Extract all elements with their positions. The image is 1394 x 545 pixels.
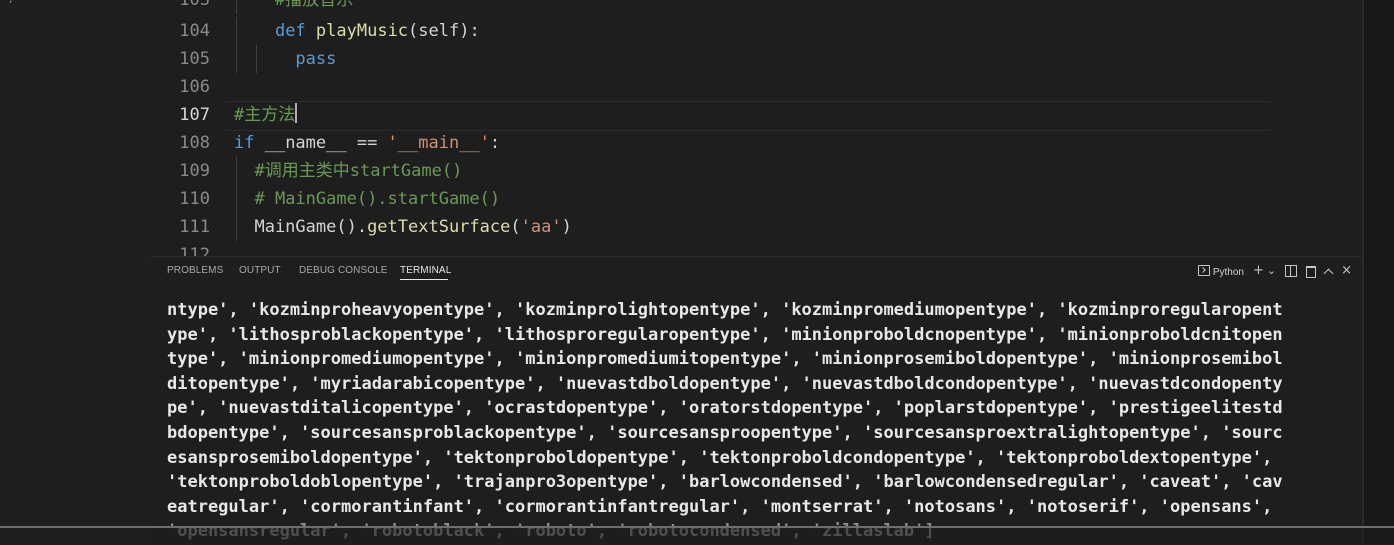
tab-output[interactable]: OUTPUT <box>239 265 281 276</box>
terminal-line: 'tektonproboldoblopentype', 'trajanpro3o… <box>167 472 1283 493</box>
code-token: MainGame(). <box>234 217 368 237</box>
code-line[interactable]: 110 # MainGame().startGame() <box>150 185 1362 213</box>
code-token: (self): <box>408 21 480 41</box>
line-number: 107 <box>179 105 210 125</box>
terminal-line: ype', 'lithosproblackopentype', 'lithosp… <box>167 324 1283 345</box>
terminal-line: pe', 'nuevastditalicopentype', 'ocrastdo… <box>167 398 1283 419</box>
code-token: ) <box>561 217 572 237</box>
code-token: if <box>234 133 255 153</box>
tab-terminal[interactable]: TERMINAL <box>400 265 451 276</box>
code-line[interactable]: 105 pass <box>150 45 1362 73</box>
line-number: 104 <box>179 21 210 41</box>
code-token: def <box>274 21 306 41</box>
line-number: 103 <box>179 0 210 10</box>
code-text: #调用主类中startGame() <box>234 157 462 185</box>
kill-terminal-icon[interactable] <box>1306 266 1317 278</box>
code-token: playMusic <box>315 21 409 41</box>
code-line[interactable]: 106 <box>150 73 1362 101</box>
line-number: 105 <box>179 49 210 69</box>
terminal-selector[interactable]: Python <box>1197 264 1244 278</box>
split-terminal-icon[interactable] <box>1285 265 1298 277</box>
terminal-icon <box>1197 264 1210 276</box>
terminal-line: eatregular', 'cormorantinfant', 'cormora… <box>167 496 1273 517</box>
code-token: __name__ == <box>254 133 388 153</box>
bottom-panel: PROBLEMS OUTPUT DEBUG CONSOLE TERMINAL P… <box>150 256 1362 545</box>
code-token: '__main__' <box>387 133 490 153</box>
code-text: def playMusic(self): <box>234 17 480 45</box>
add-terminal-icon[interactable]: + <box>1253 263 1264 279</box>
code-text: #主方法 <box>234 101 298 129</box>
panel-bottom-overlay <box>0 528 1394 544</box>
terminal-line: bdopentype', 'sourcesansproblackopentype… <box>167 422 1283 443</box>
editor-scrollbar[interactable] <box>1362 0 1394 544</box>
code-text: if __name__ == '__main__': <box>234 129 500 157</box>
code-token: getTextSurface <box>367 217 511 237</box>
panel-actions: Python + ⌄ × <box>1197 263 1352 279</box>
line-number: 112 <box>179 245 210 256</box>
text-cursor <box>295 103 298 123</box>
code-token: : <box>489 133 501 153</box>
code-line[interactable]: 104 def playMusic(self): <box>150 17 1362 45</box>
terminal-output[interactable]: ntype', 'kozminproheavyopentype', 'kozmi… <box>167 298 1347 544</box>
activity-bar-area: ·, <box>0 0 150 544</box>
terminal-line: esansprosemiboldopentype', 'tektonprobol… <box>167 447 1273 468</box>
code-editor[interactable]: 103 #播放音乐 104 def playMusic(self): 105 pas… <box>150 0 1362 256</box>
code-token: #播放音乐 <box>274 0 354 10</box>
line-number: 110 <box>179 189 210 209</box>
line-number: 111 <box>179 217 210 237</box>
code-text: pass <box>234 45 336 73</box>
panel-tabs: PROBLEMS OUTPUT DEBUG CONSOLE TERMINAL <box>150 257 1362 285</box>
code-line[interactable]: 108 if __name__ == '__main__': <box>150 129 1362 157</box>
code-line[interactable]: 103 #播放音乐 <box>150 0 1362 14</box>
corner-text: ·, <box>6 0 12 5</box>
terminal-line: ntype', 'kozminproheavyopentype', 'kozmi… <box>167 300 1283 320</box>
code-text: #播放音乐 <box>234 0 353 14</box>
close-panel-icon[interactable]: × <box>1341 263 1352 279</box>
code-line[interactable]: 111 MainGame().getTextSurface('aa') <box>150 213 1362 241</box>
code-text: MainGame().getTextSurface('aa') <box>234 213 572 241</box>
terminal-dropdown-icon[interactable]: ⌄ <box>1267 263 1276 279</box>
code-token: ( <box>510 217 521 237</box>
active-tab-underline <box>400 279 448 280</box>
terminal-line: type', 'minionpromediumopentype', 'minio… <box>167 349 1283 370</box>
line-number: 106 <box>179 77 210 97</box>
tab-debug-console[interactable]: DEBUG CONSOLE <box>299 265 388 276</box>
code-text: # MainGame().startGame() <box>234 185 500 213</box>
terminal-line: ditopentype', 'myriadarabicopentype', 'n… <box>167 373 1283 394</box>
code-token: pass <box>295 49 337 69</box>
maximize-panel-icon[interactable] <box>1323 268 1334 278</box>
code-token: # MainGame().startGame() <box>254 189 501 209</box>
line-number: 108 <box>179 133 210 153</box>
tab-problems[interactable]: PROBLEMS <box>167 265 223 276</box>
terminal-name: Python <box>1212 266 1244 278</box>
code-token: #调用主类中startGame() <box>254 161 463 181</box>
code-line[interactable]: 112 <box>150 241 1362 256</box>
code-line[interactable]: 107 #主方法 <box>150 101 1362 129</box>
code-token: 'aa' <box>520 217 562 237</box>
code-line[interactable]: 109 #调用主类中startGame() <box>150 157 1362 185</box>
line-number: 109 <box>179 161 210 181</box>
code-token: #主方法 <box>234 105 296 125</box>
